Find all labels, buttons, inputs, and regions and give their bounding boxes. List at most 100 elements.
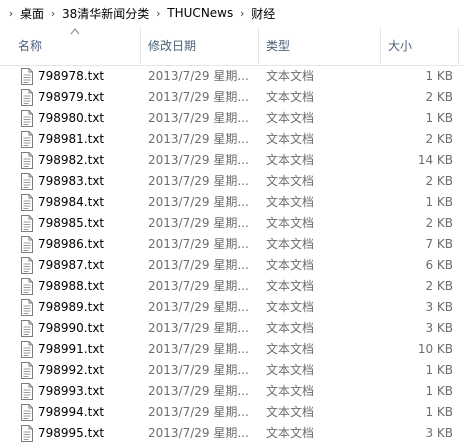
file-date: 2013/7/29 星期... bbox=[148, 216, 249, 230]
file-date: 2013/7/29 星期... bbox=[148, 300, 249, 314]
file-date: 2013/7/29 星期... bbox=[148, 153, 249, 167]
file-date: 2013/7/29 星期... bbox=[148, 384, 249, 398]
file-type: 文本文档 bbox=[266, 111, 315, 125]
file-row[interactable]: 798986.txt 2013/7/29 星期... 文本文档 7 KB bbox=[0, 234, 463, 255]
file-type: 文本文档 bbox=[266, 321, 315, 335]
file-type: 文本文档 bbox=[266, 216, 315, 230]
text-file-icon bbox=[21, 173, 33, 190]
column-divider[interactable] bbox=[380, 28, 381, 64]
text-file-icon bbox=[21, 278, 33, 295]
file-size: 3 KB bbox=[425, 321, 453, 335]
file-type: 文本文档 bbox=[266, 153, 315, 167]
file-size: 3 KB bbox=[425, 426, 453, 440]
breadcrumb-item-desktop[interactable]: 桌面 bbox=[20, 5, 44, 22]
file-name: 798987.txt bbox=[38, 258, 105, 272]
file-name: 798986.txt bbox=[38, 237, 105, 251]
file-name: 798994.txt bbox=[38, 405, 105, 419]
breadcrumb-item-thucnews[interactable]: THUCNews bbox=[167, 6, 233, 20]
file-row[interactable]: 798981.txt 2013/7/29 星期... 文本文档 2 KB bbox=[0, 129, 463, 150]
file-row[interactable]: 798994.txt 2013/7/29 星期... 文本文档 1 KB bbox=[0, 402, 463, 423]
file-date: 2013/7/29 星期... bbox=[148, 90, 249, 104]
file-name: 798993.txt bbox=[38, 384, 105, 398]
file-row[interactable]: 798993.txt 2013/7/29 星期... 文本文档 1 KB bbox=[0, 381, 463, 402]
file-name: 798995.txt bbox=[38, 426, 105, 440]
file-row[interactable]: 798995.txt 2013/7/29 星期... 文本文档 3 KB bbox=[0, 423, 463, 444]
file-type: 文本文档 bbox=[266, 384, 315, 398]
file-type: 文本文档 bbox=[266, 300, 315, 314]
file-size: 2 KB bbox=[425, 90, 453, 104]
chevron-right-icon[interactable]: › bbox=[2, 7, 20, 20]
column-header-type[interactable]: 类型 bbox=[266, 26, 290, 66]
file-row[interactable]: 798979.txt 2013/7/29 星期... 文本文档 2 KB bbox=[0, 87, 463, 108]
file-row[interactable]: 798980.txt 2013/7/29 星期... 文本文档 1 KB bbox=[0, 108, 463, 129]
file-date: 2013/7/29 星期... bbox=[148, 258, 249, 272]
file-size: 1 KB bbox=[425, 111, 453, 125]
text-file-icon bbox=[21, 89, 33, 106]
file-date: 2013/7/29 星期... bbox=[148, 363, 249, 377]
file-size: 2 KB bbox=[425, 174, 453, 188]
file-row[interactable]: 798978.txt 2013/7/29 星期... 文本文档 1 KB bbox=[0, 66, 463, 87]
file-type: 文本文档 bbox=[266, 90, 315, 104]
file-size: 1 KB bbox=[425, 69, 453, 83]
file-name: 798992.txt bbox=[38, 363, 105, 377]
text-file-icon bbox=[21, 110, 33, 127]
sort-up-icon bbox=[70, 28, 80, 35]
file-name: 798983.txt bbox=[38, 174, 105, 188]
file-type: 文本文档 bbox=[266, 279, 315, 293]
file-type: 文本文档 bbox=[266, 363, 315, 377]
file-date: 2013/7/29 星期... bbox=[148, 237, 249, 251]
column-header-bar: 名称 修改日期 类型 大小 bbox=[0, 26, 463, 66]
file-row[interactable]: 798988.txt 2013/7/29 星期... 文本文档 2 KB bbox=[0, 276, 463, 297]
column-divider[interactable] bbox=[140, 28, 141, 64]
file-type: 文本文档 bbox=[266, 342, 315, 356]
column-header-name[interactable]: 名称 bbox=[18, 26, 42, 66]
file-size: 2 KB bbox=[425, 279, 453, 293]
file-name: 798981.txt bbox=[38, 132, 105, 146]
file-name: 798985.txt bbox=[38, 216, 105, 230]
file-row[interactable]: 798991.txt 2013/7/29 星期... 文本文档 10 KB bbox=[0, 339, 463, 360]
file-size: 1 KB bbox=[425, 405, 453, 419]
chevron-right-icon[interactable]: › bbox=[149, 7, 167, 20]
column-divider[interactable] bbox=[458, 28, 459, 64]
file-row[interactable]: 798982.txt 2013/7/29 星期... 文本文档 14 KB bbox=[0, 150, 463, 171]
file-name: 798988.txt bbox=[38, 279, 105, 293]
file-name: 798989.txt bbox=[38, 300, 105, 314]
file-row[interactable]: 798984.txt 2013/7/29 星期... 文本文档 1 KB bbox=[0, 192, 463, 213]
file-row[interactable]: 798989.txt 2013/7/29 星期... 文本文档 3 KB bbox=[0, 297, 463, 318]
file-date: 2013/7/29 星期... bbox=[148, 132, 249, 146]
file-type: 文本文档 bbox=[266, 69, 315, 83]
file-name: 798982.txt bbox=[38, 153, 105, 167]
file-row[interactable]: 798990.txt 2013/7/29 星期... 文本文档 3 KB bbox=[0, 318, 463, 339]
column-divider[interactable] bbox=[258, 28, 259, 64]
breadcrumb-item-current[interactable]: 财经 bbox=[251, 5, 275, 22]
file-row[interactable]: 798987.txt 2013/7/29 星期... 文本文档 6 KB bbox=[0, 255, 463, 276]
file-row[interactable]: 798983.txt 2013/7/29 星期... 文本文档 2 KB bbox=[0, 171, 463, 192]
file-size: 7 KB bbox=[425, 237, 453, 251]
column-header-date[interactable]: 修改日期 bbox=[148, 26, 196, 66]
file-date: 2013/7/29 星期... bbox=[148, 405, 249, 419]
column-header-size[interactable]: 大小 bbox=[388, 26, 412, 66]
chevron-right-icon[interactable]: › bbox=[44, 7, 62, 20]
file-date: 2013/7/29 星期... bbox=[148, 174, 249, 188]
file-row[interactable]: 798985.txt 2013/7/29 星期... 文本文档 2 KB bbox=[0, 213, 463, 234]
file-size: 6 KB bbox=[425, 258, 453, 272]
text-file-icon bbox=[21, 341, 33, 358]
text-file-icon bbox=[21, 236, 33, 253]
text-file-icon bbox=[21, 68, 33, 85]
file-row[interactable]: 798992.txt 2013/7/29 星期... 文本文档 1 KB bbox=[0, 360, 463, 381]
file-name: 798979.txt bbox=[38, 90, 105, 104]
breadcrumb: › 桌面 › 38清华新闻分类 › THUCNews › 财经 bbox=[0, 0, 463, 26]
file-name: 798980.txt bbox=[38, 111, 105, 125]
file-size: 2 KB bbox=[425, 216, 453, 230]
file-type: 文本文档 bbox=[266, 132, 315, 146]
file-date: 2013/7/29 星期... bbox=[148, 195, 249, 209]
file-size: 14 KB bbox=[417, 153, 453, 167]
file-size: 1 KB bbox=[425, 195, 453, 209]
text-file-icon bbox=[21, 152, 33, 169]
breadcrumb-item-folder[interactable]: 38清华新闻分类 bbox=[62, 5, 149, 22]
text-file-icon bbox=[21, 299, 33, 316]
chevron-right-icon[interactable]: › bbox=[233, 7, 251, 20]
file-date: 2013/7/29 星期... bbox=[148, 342, 249, 356]
file-list: 798978.txt 2013/7/29 星期... 文本文档 1 KB 798979.… bbox=[0, 66, 463, 444]
text-file-icon bbox=[21, 131, 33, 148]
